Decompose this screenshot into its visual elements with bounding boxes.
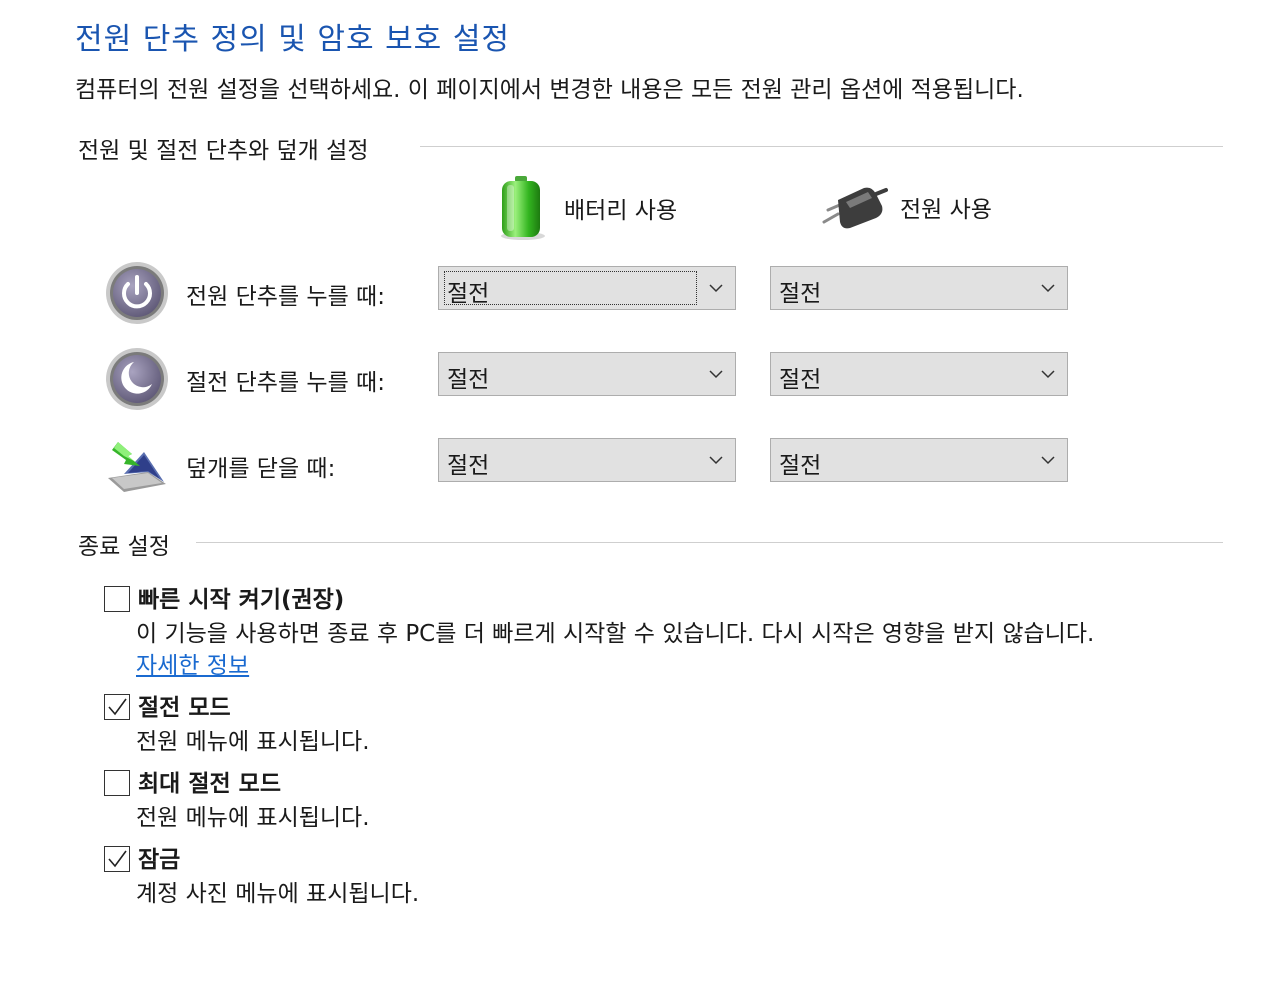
lock-description: 계정 사진 메뉴에 표시됩니다. xyxy=(136,881,420,907)
lock-checkbox[interactable] xyxy=(104,846,130,872)
select-value: 절전 xyxy=(779,367,822,393)
sleep-button-label: 절전 단추를 누를 때: xyxy=(186,370,385,396)
fast-startup-title: 빠른 시작 켜기(권장) xyxy=(138,587,345,613)
select-value: 절전 xyxy=(447,281,490,307)
power-button-label: 전원 단추를 누를 때: xyxy=(186,284,385,310)
power-button-icon xyxy=(106,262,168,324)
sleep-mode-title: 절전 모드 xyxy=(138,695,231,721)
sleep-mode-item: 절전 모드 전원 메뉴에 표시됩니다. xyxy=(104,688,1244,755)
battery-icon xyxy=(501,176,545,240)
shutdown-section-heading: 종료 설정 xyxy=(78,527,170,561)
battery-column-header: 배터리 사용 xyxy=(496,174,677,242)
power-button-battery-select[interactable]: 절전 xyxy=(438,266,736,310)
sleep-button-icon xyxy=(106,348,168,410)
sleep-button-plugged-select[interactable]: 절전 xyxy=(770,352,1068,396)
power-section-heading: 전원 및 절전 단추와 덮개 설정 xyxy=(78,131,368,165)
chevron-down-icon xyxy=(709,370,723,379)
sleep-button-battery-select[interactable]: 절전 xyxy=(438,352,736,396)
select-value: 절전 xyxy=(779,453,822,479)
lid-close-icon xyxy=(108,442,166,492)
page-title: 전원 단추 정의 및 암호 보호 설정 xyxy=(75,22,511,57)
chevron-down-icon xyxy=(1041,370,1055,379)
plugged-column-header: 전원 사용 xyxy=(820,184,992,230)
battery-column-label: 배터리 사용 xyxy=(564,198,678,224)
chevron-down-icon xyxy=(1041,284,1055,293)
sleep-button-row: 절전 단추를 누를 때: 절전 절전 xyxy=(104,346,1084,410)
hibernate-description: 전원 메뉴에 표시됩니다. xyxy=(136,805,370,831)
hibernate-checkbox[interactable] xyxy=(104,770,130,796)
chevron-down-icon xyxy=(709,284,723,293)
checkmark-icon xyxy=(108,698,127,716)
power-button-row: 전원 단추를 누를 때: 절전 절전 xyxy=(104,260,1084,324)
page-description: 컴퓨터의 전원 설정을 선택하세요. 이 페이지에서 변경한 내용은 모든 전원… xyxy=(75,77,1024,103)
power-options-page: 전원 단추 정의 및 암호 보호 설정 컴퓨터의 전원 설정을 선택하세요. 이… xyxy=(0,0,1271,993)
lid-close-row: 덮개를 닫을 때: 절전 절전 xyxy=(104,432,1084,496)
chevron-down-icon xyxy=(709,456,723,465)
plugged-column-label: 전원 사용 xyxy=(900,197,992,223)
section-divider xyxy=(420,146,1223,147)
select-value: 절전 xyxy=(447,367,490,393)
lid-close-plugged-select[interactable]: 절전 xyxy=(770,438,1068,482)
checkmark-icon xyxy=(108,850,127,868)
lock-item: 잠금 계정 사진 메뉴에 표시됩니다. xyxy=(104,840,1244,907)
power-section-heading-text: 전원 및 절전 단추와 덮개 설정 xyxy=(78,138,369,164)
shutdown-section-heading-text: 종료 설정 xyxy=(78,534,170,560)
select-value: 절전 xyxy=(779,281,822,307)
lock-title: 잠금 xyxy=(138,847,181,873)
lid-close-battery-select[interactable]: 절전 xyxy=(438,438,736,482)
sleep-mode-checkbox[interactable] xyxy=(104,694,130,720)
chevron-down-icon xyxy=(1041,456,1055,465)
fast-startup-checkbox[interactable] xyxy=(104,586,130,612)
hibernate-item: 최대 절전 모드 전원 메뉴에 표시됩니다. xyxy=(104,764,1244,831)
power-button-plugged-select[interactable]: 절전 xyxy=(770,266,1068,310)
section-divider xyxy=(196,542,1223,543)
more-info-link[interactable]: 자세한 정보 xyxy=(136,646,249,680)
fast-startup-description: 이 기능을 사용하면 종료 후 PC를 더 빠르게 시작할 수 있습니다. 다시… xyxy=(136,621,1095,647)
lid-close-label: 덮개를 닫을 때: xyxy=(186,456,336,482)
power-plug-icon xyxy=(822,187,888,229)
sleep-mode-description: 전원 메뉴에 표시됩니다. xyxy=(136,729,370,755)
hibernate-title: 최대 절전 모드 xyxy=(138,771,281,797)
fast-startup-item: 빠른 시작 켜기(권장) 이 기능을 사용하면 종료 후 PC를 더 빠르게 시… xyxy=(104,580,1244,679)
select-value: 절전 xyxy=(447,453,490,479)
